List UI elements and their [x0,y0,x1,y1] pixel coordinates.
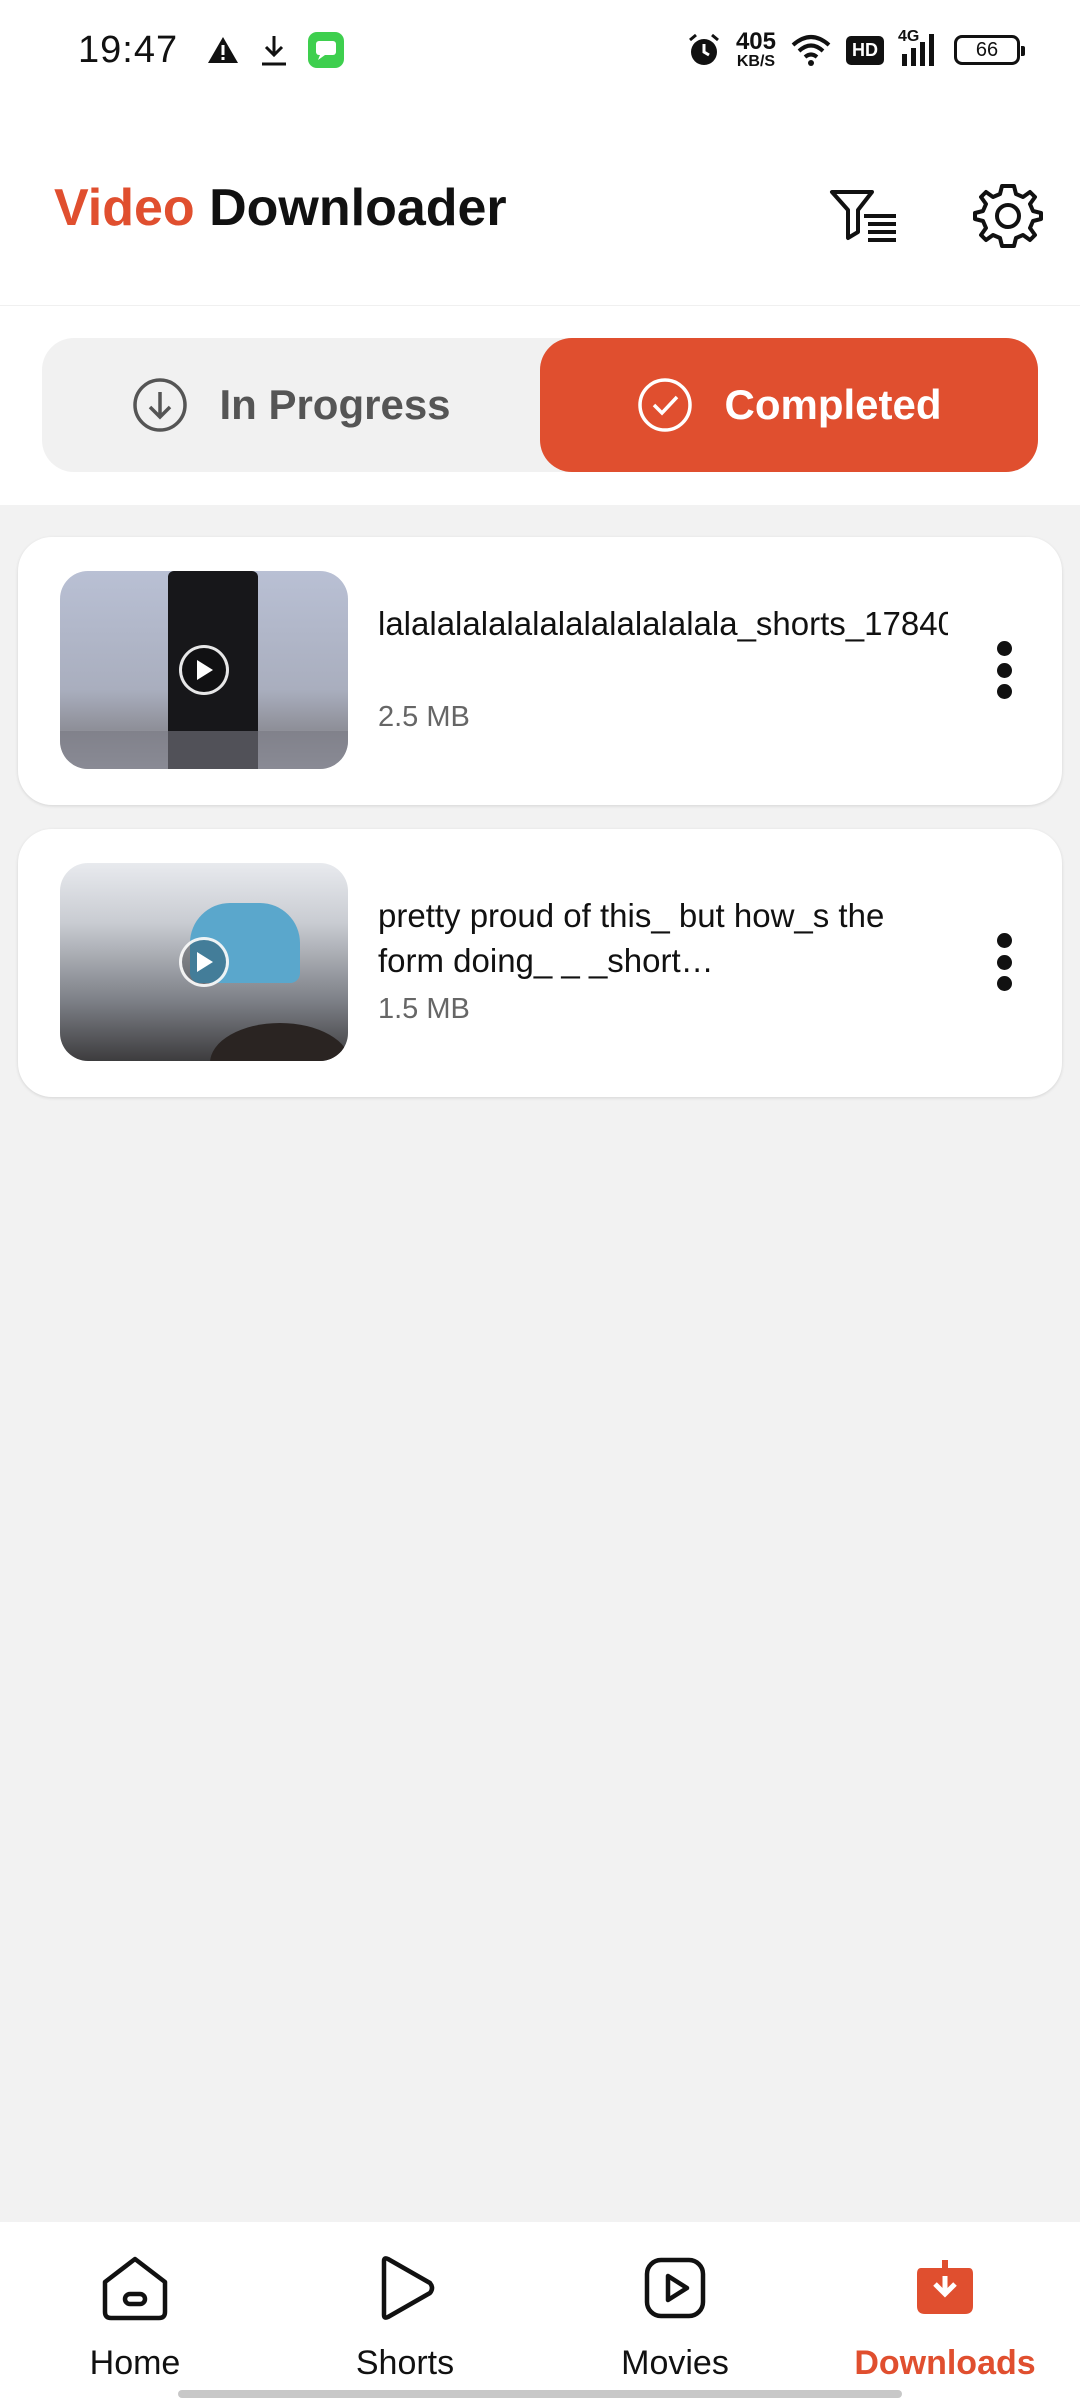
battery-level: 66 [975,38,999,61]
download-tabs: In Progress Completed [42,338,1038,472]
status-system-icons: 405 KB/S HD 4G 66 [686,28,1025,70]
alarm-icon [688,33,719,65]
movies-icon [635,2248,715,2328]
bottom-nav: Home Shorts Movies Downloads [0,2222,1080,2400]
video-thumbnail[interactable] [60,571,348,769]
hd-badge: HD [846,35,884,65]
downloads-icon [905,2248,985,2328]
download-size: 1.5 MB [378,993,470,1025]
status-notification-icons [206,32,345,68]
shorts-icon [365,2248,445,2328]
download-item[interactable]: pretty proud of this_ but how_s the form… [18,829,1062,1097]
app-header: Video Downloader [0,100,1080,305]
nav-label-downloads: Downloads [854,2344,1036,2382]
net-speed-unit: KB/S [736,53,776,70]
cellular-signal: 4G [898,28,940,68]
settings-button[interactable] [968,176,1048,256]
signal-icon [902,34,934,66]
play-icon [179,645,229,695]
more-options-button[interactable] [974,927,1034,997]
gear-icon [973,184,1043,248]
net-speed: 405 KB/S [736,30,776,70]
home-indicator[interactable] [178,2390,902,2398]
download-size: 2.5 MB [378,701,470,733]
app-title-accent: Video [54,179,195,237]
play-icon [179,937,229,987]
download-title: lalalalalalalalalalalalalala_shorts_1784… [378,605,948,642]
tab-in-progress-label: In Progress [219,381,451,428]
filter-icon [830,190,896,242]
more-dot [996,684,1012,699]
more-dot [996,641,1012,656]
tab-in-progress[interactable]: In Progress [42,338,540,472]
download-item[interactable]: lalalalalalalalalalalalalala_shorts_1784… [18,537,1062,805]
video-thumbnail[interactable] [60,863,348,1061]
nav-item-shorts[interactable]: Shorts [270,2222,540,2400]
nav-item-movies[interactable]: Movies [540,2222,810,2400]
status-time: 19:47 [78,28,179,71]
nav-label-home: Home [89,2344,181,2382]
nav-label-movies: Movies [621,2344,729,2382]
app-title-rest: Downloader [194,179,507,237]
tabs-bar: In Progress Completed [0,305,1080,505]
battery-indicator: 66 [954,35,1025,65]
warning-icon [208,37,239,63]
wifi-icon [791,35,831,66]
home-icon [95,2248,175,2328]
messages-app-icon [308,32,345,68]
thumbnail-plate [210,1023,348,1061]
tab-completed[interactable]: Completed [540,338,1038,472]
net-speed-value: 405 [735,28,776,55]
tab-completed-label: Completed [724,381,942,428]
download-circle-icon [133,378,188,432]
check-circle-icon [638,378,693,432]
more-dot [996,933,1012,948]
nav-item-home[interactable]: Home [0,2222,270,2400]
filter-button[interactable] [824,176,904,256]
nav-item-downloads[interactable]: Downloads [810,2222,1080,2400]
app-title: Video Downloader [54,178,507,238]
more-dot [996,662,1012,678]
more-dot [996,954,1012,970]
more-dot [996,976,1012,991]
status-bar: 19:47 405 KB/S HD 4G 66 [0,0,1080,100]
nav-label-shorts: Shorts [355,2344,455,2382]
more-options-button[interactable] [974,635,1034,705]
download-title: pretty proud of this_ but how_s the form… [378,897,885,979]
thumbnail-floor [60,731,348,769]
download-icon [262,36,287,66]
